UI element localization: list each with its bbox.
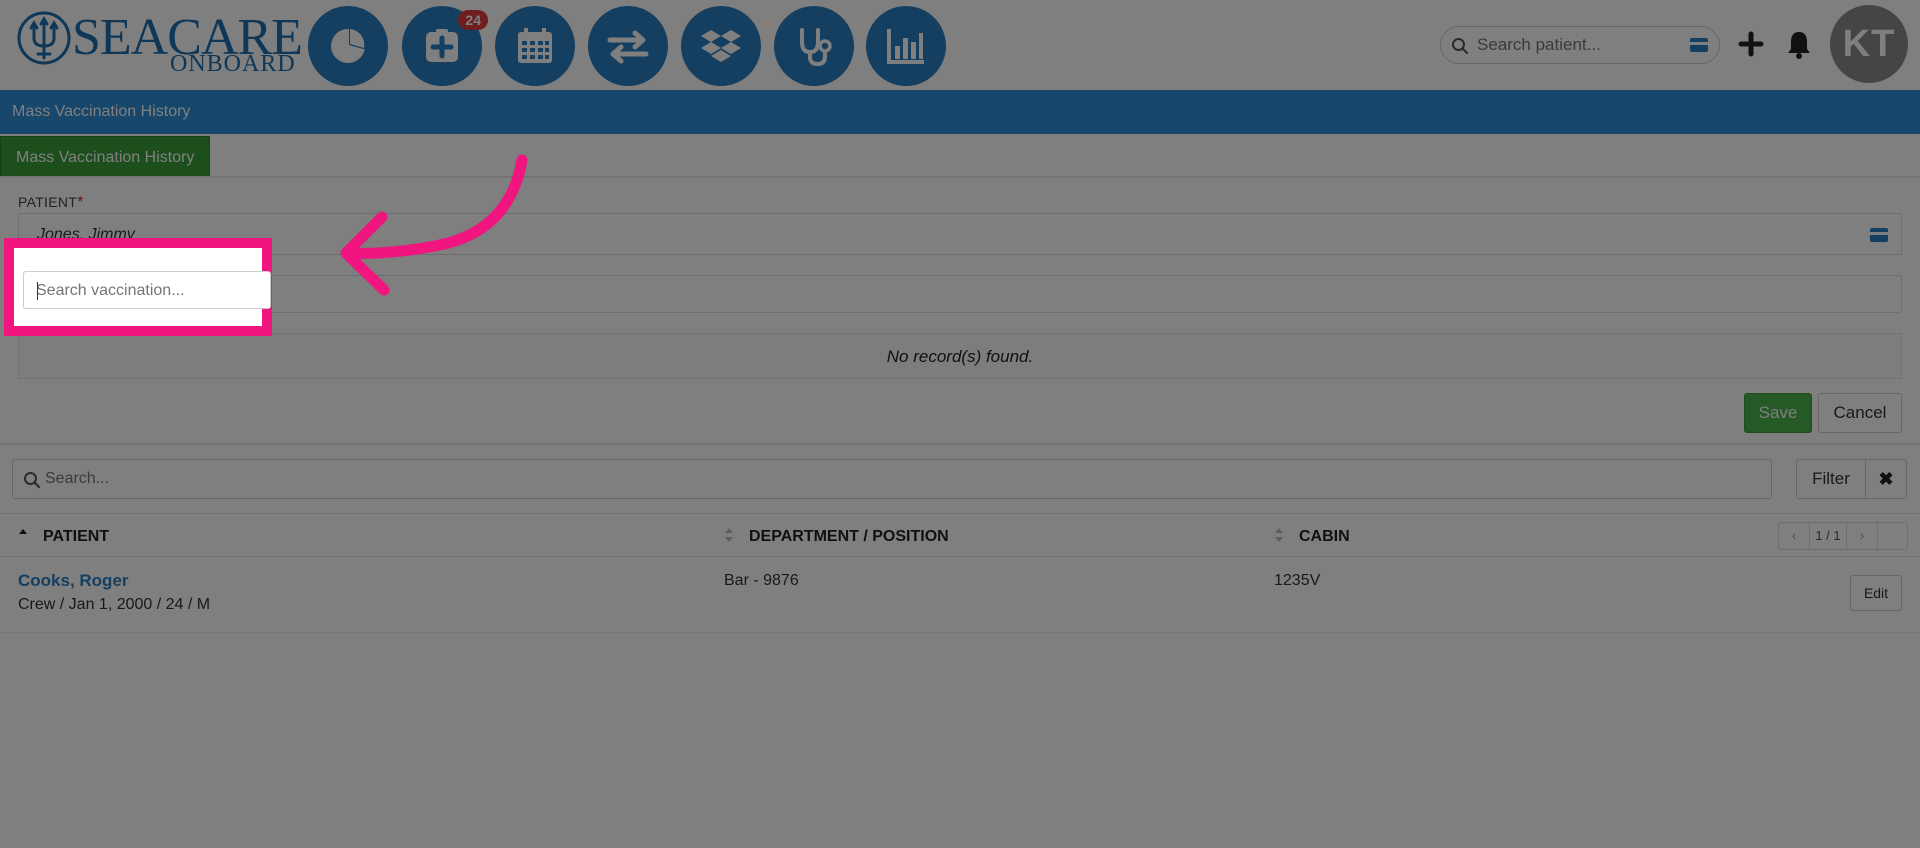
vaccination-search-field[interactable] bbox=[18, 275, 1902, 313]
sort-icon[interactable] bbox=[1274, 526, 1284, 544]
calendar-button[interactable] bbox=[495, 6, 575, 86]
pagination: ‹ 1 / 1 › bbox=[1778, 522, 1908, 550]
column-header-cabin[interactable]: CABIN bbox=[1299, 528, 1350, 546]
empty-records-message: No record(s) found. bbox=[18, 333, 1902, 379]
sort-icon[interactable] bbox=[724, 526, 734, 544]
column-header-patient[interactable]: PATIENT bbox=[43, 528, 109, 546]
pager-next-button[interactable]: › bbox=[1847, 523, 1877, 549]
sort-asc-icon[interactable] bbox=[18, 526, 28, 544]
inventory-button[interactable] bbox=[681, 6, 761, 86]
add-icon[interactable] bbox=[1736, 28, 1766, 60]
reports-button[interactable] bbox=[866, 6, 946, 86]
tab-strip-divider bbox=[0, 176, 1920, 178]
calendar-icon bbox=[518, 28, 552, 63]
seacare-logo[interactable]: SEACARE ONBOARD bbox=[14, 8, 303, 80]
medical-records-button[interactable]: 24 bbox=[402, 6, 488, 86]
table-row: Cooks, Roger Crew / Jan 1, 2000 / 24 / M… bbox=[0, 557, 1920, 633]
patient-name-link[interactable]: Cooks, Roger bbox=[18, 571, 129, 591]
pager-prev-button[interactable]: ‹ bbox=[1779, 523, 1809, 549]
search-icon bbox=[1452, 38, 1469, 55]
patient-details: Crew / Jan 1, 2000 / 24 / M bbox=[18, 596, 211, 613]
section-divider bbox=[0, 443, 1920, 445]
id-card-icon[interactable] bbox=[1689, 37, 1709, 53]
department-cell: Bar - 9876 bbox=[724, 572, 799, 589]
stethoscope-icon bbox=[800, 28, 832, 67]
patient-search-box[interactable] bbox=[1440, 26, 1720, 64]
top-bar: SEACARE ONBOARD 24 Search patient... KT bbox=[0, 0, 1920, 90]
bar-chart-icon bbox=[887, 29, 924, 64]
dropbox-icon bbox=[701, 30, 741, 62]
transfer-arrows-icon bbox=[607, 30, 649, 64]
transfer-button[interactable] bbox=[588, 6, 668, 86]
patient-search-input[interactable] bbox=[1477, 31, 1677, 59]
tab-mass-vaccination-history[interactable]: Mass Vaccination History bbox=[0, 136, 211, 178]
column-header-department[interactable]: DEPARTMENT / POSITION bbox=[749, 528, 949, 546]
clear-filter-button[interactable]: ✖ bbox=[1865, 459, 1907, 499]
text-caret bbox=[37, 282, 38, 300]
notification-count-badge: 24 bbox=[458, 10, 488, 30]
page-title-bar: Mass Vaccination History bbox=[0, 90, 1920, 134]
edit-button[interactable]: Edit bbox=[1850, 575, 1902, 611]
vaccination-search-input[interactable] bbox=[36, 278, 256, 304]
filter-button[interactable]: Filter bbox=[1796, 459, 1866, 499]
medical-exam-button[interactable] bbox=[774, 6, 854, 86]
required-asterisk: * bbox=[77, 194, 84, 211]
pager-spacer bbox=[1877, 523, 1907, 549]
save-button[interactable]: Save bbox=[1744, 393, 1812, 433]
vaccination-search-field-highlighted[interactable] bbox=[23, 271, 271, 309]
logo-subtitle: ONBOARD bbox=[170, 51, 296, 77]
table-header: PATIENT DEPARTMENT / POSITION CABIN ‹ 1 … bbox=[0, 513, 1920, 557]
cabin-cell: 1235V bbox=[1274, 572, 1321, 589]
highlight-frame bbox=[4, 238, 272, 336]
trident-emblem-icon bbox=[17, 11, 71, 65]
user-avatar[interactable]: KT bbox=[1830, 5, 1908, 83]
pointer-arrow-icon bbox=[340, 154, 528, 296]
patient-select-field[interactable]: Jones, Jimmy bbox=[18, 213, 1902, 255]
cancel-button[interactable]: Cancel bbox=[1818, 393, 1902, 433]
pager-page-indicator: 1 / 1 bbox=[1809, 523, 1847, 549]
list-search-input[interactable] bbox=[45, 466, 645, 492]
dashboard-pie-icon bbox=[331, 26, 368, 63]
list-search-box[interactable] bbox=[12, 459, 1772, 499]
patient-field-label: PATIENT* bbox=[18, 194, 84, 211]
notifications-bell-icon[interactable] bbox=[1784, 28, 1814, 60]
search-icon bbox=[24, 472, 41, 489]
dashboard-button[interactable] bbox=[308, 6, 388, 86]
id-card-icon[interactable] bbox=[1869, 227, 1889, 243]
medical-plus-icon bbox=[426, 29, 458, 62]
